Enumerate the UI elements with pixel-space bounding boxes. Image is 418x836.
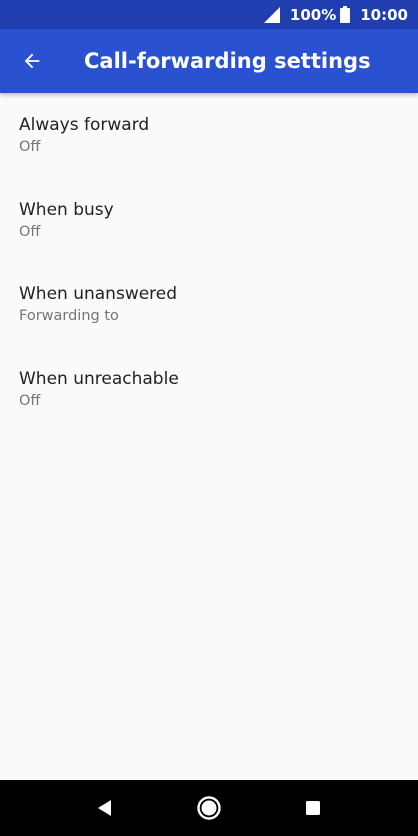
call-forwarding-list: Always forward Off When busy Off When un… — [0, 93, 418, 431]
item-title: When busy — [19, 199, 114, 220]
status-bar: 100% 10:00 — [0, 0, 418, 29]
list-item-when-unanswered[interactable]: When unanswered Forwarding to — [0, 262, 418, 347]
list-item-when-busy[interactable]: When busy Off — [0, 178, 418, 263]
circle-home-icon — [197, 796, 221, 820]
list-item-always-forward[interactable]: Always forward Off — [0, 93, 418, 178]
back-button[interactable] — [14, 43, 50, 79]
list-item-when-unreachable[interactable]: When unreachable Off — [0, 347, 418, 432]
battery-icon — [340, 6, 351, 23]
system-nav-bar — [0, 780, 418, 836]
app-bar: Call-forwarding settings — [0, 29, 418, 93]
page-title: Call-forwarding settings — [84, 49, 371, 73]
battery-percentage: 100% — [289, 5, 337, 24]
item-title: When unreachable — [19, 368, 179, 389]
item-subtitle: Off — [19, 392, 41, 409]
signal-icon — [263, 6, 280, 23]
item-title: Always forward — [19, 115, 150, 135]
nav-home-button[interactable] — [189, 788, 229, 828]
clock: 10:00 — [360, 5, 408, 24]
item-title: When unanswered — [19, 284, 178, 304]
item-subtitle: Off — [19, 139, 41, 155]
item-subtitle: Forwarding to — [19, 308, 119, 324]
triangle-back-icon — [98, 800, 111, 816]
arrow-left-icon — [24, 53, 40, 69]
square-recents-icon — [306, 801, 320, 815]
item-subtitle: Off — [19, 223, 41, 240]
nav-back-button[interactable] — [85, 788, 125, 828]
nav-recents-button[interactable] — [293, 788, 333, 828]
